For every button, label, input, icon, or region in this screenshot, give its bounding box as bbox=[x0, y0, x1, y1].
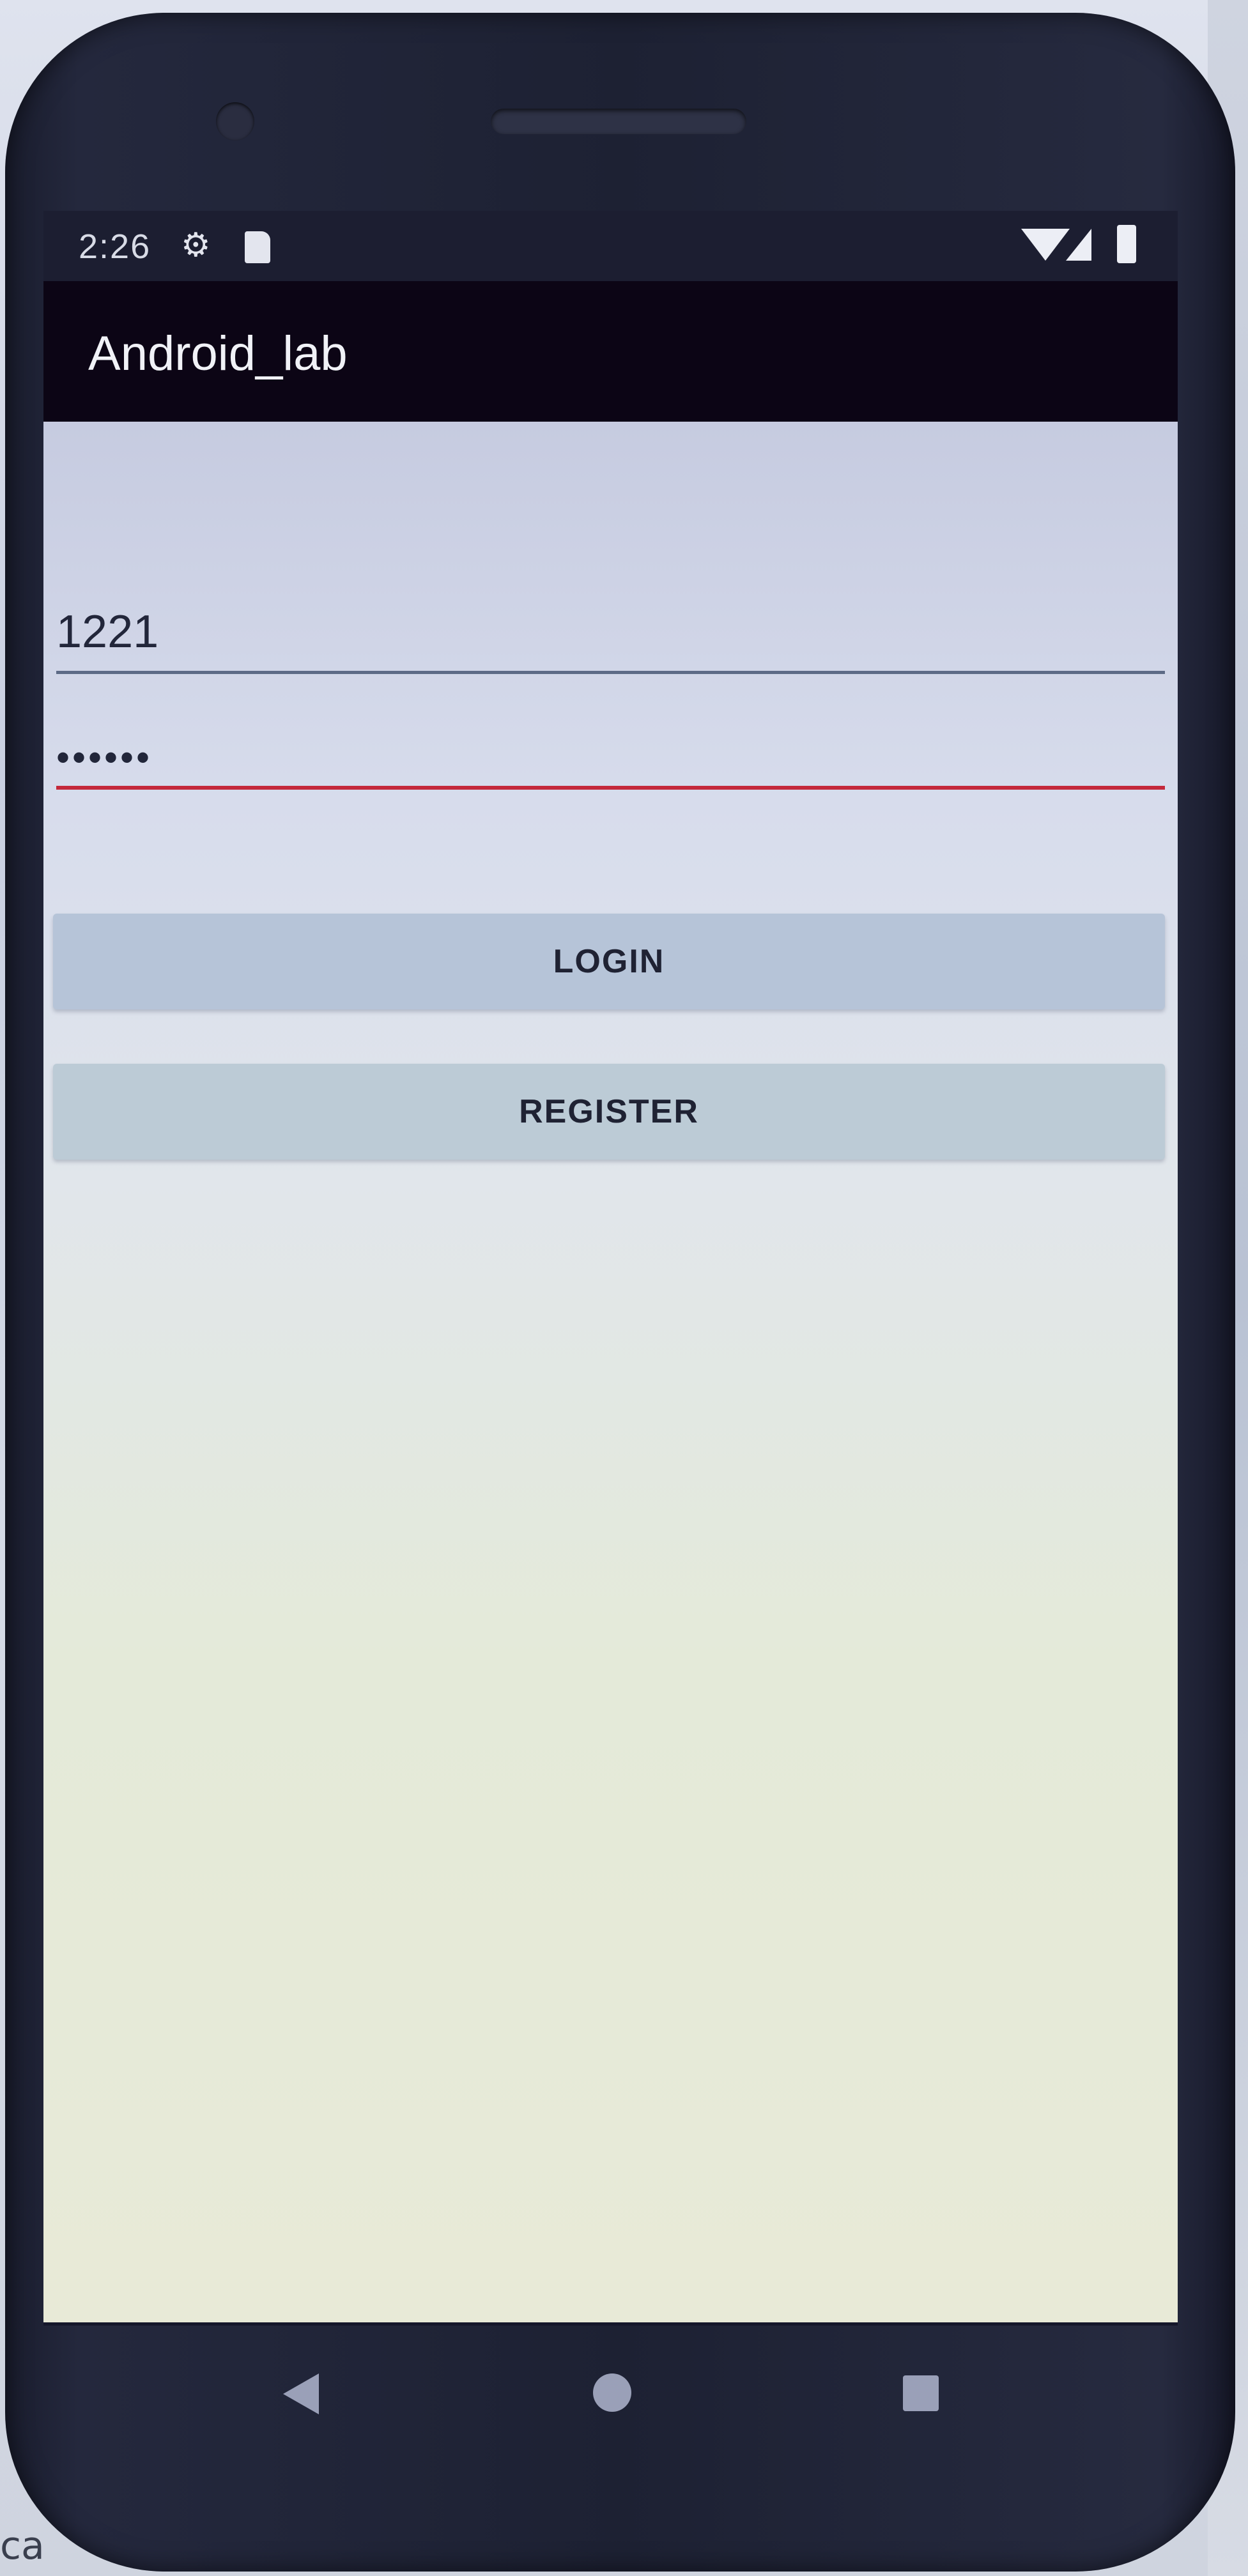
phone-screen: 2:26 ⚙ Android_lab 1221 •••••• LOGIN REG… bbox=[43, 211, 1178, 2326]
login-form: 1221 •••••• LOGIN REGISTER bbox=[43, 422, 1178, 2322]
app-bar: Android_lab bbox=[43, 281, 1178, 422]
navigation-bar bbox=[43, 2326, 1178, 2466]
status-bar: 2:26 ⚙ bbox=[43, 211, 1178, 281]
back-icon[interactable] bbox=[283, 2373, 319, 2414]
gear-icon: ⚙ bbox=[181, 227, 211, 264]
background-corner-text: ca bbox=[0, 2524, 45, 2568]
home-icon[interactable] bbox=[593, 2373, 631, 2412]
earpiece-speaker bbox=[491, 109, 746, 134]
password-value: •••••• bbox=[56, 736, 153, 779]
status-time: 2:26 bbox=[79, 227, 151, 266]
battery-icon bbox=[1117, 225, 1136, 263]
phone-top-bezel bbox=[5, 13, 1235, 243]
username-value: 1221 bbox=[56, 606, 159, 657]
password-input[interactable]: •••••• bbox=[56, 716, 1165, 790]
login-button[interactable]: LOGIN bbox=[53, 914, 1165, 1009]
signal-icon bbox=[1066, 229, 1091, 261]
register-button[interactable]: REGISTER bbox=[53, 1064, 1165, 1160]
sim-card-icon bbox=[245, 231, 270, 263]
username-input[interactable]: 1221 bbox=[56, 601, 1165, 674]
app-title: Android_lab bbox=[88, 326, 348, 381]
recents-icon[interactable] bbox=[903, 2375, 939, 2411]
front-camera bbox=[216, 102, 254, 141]
wifi-icon bbox=[1021, 229, 1070, 261]
